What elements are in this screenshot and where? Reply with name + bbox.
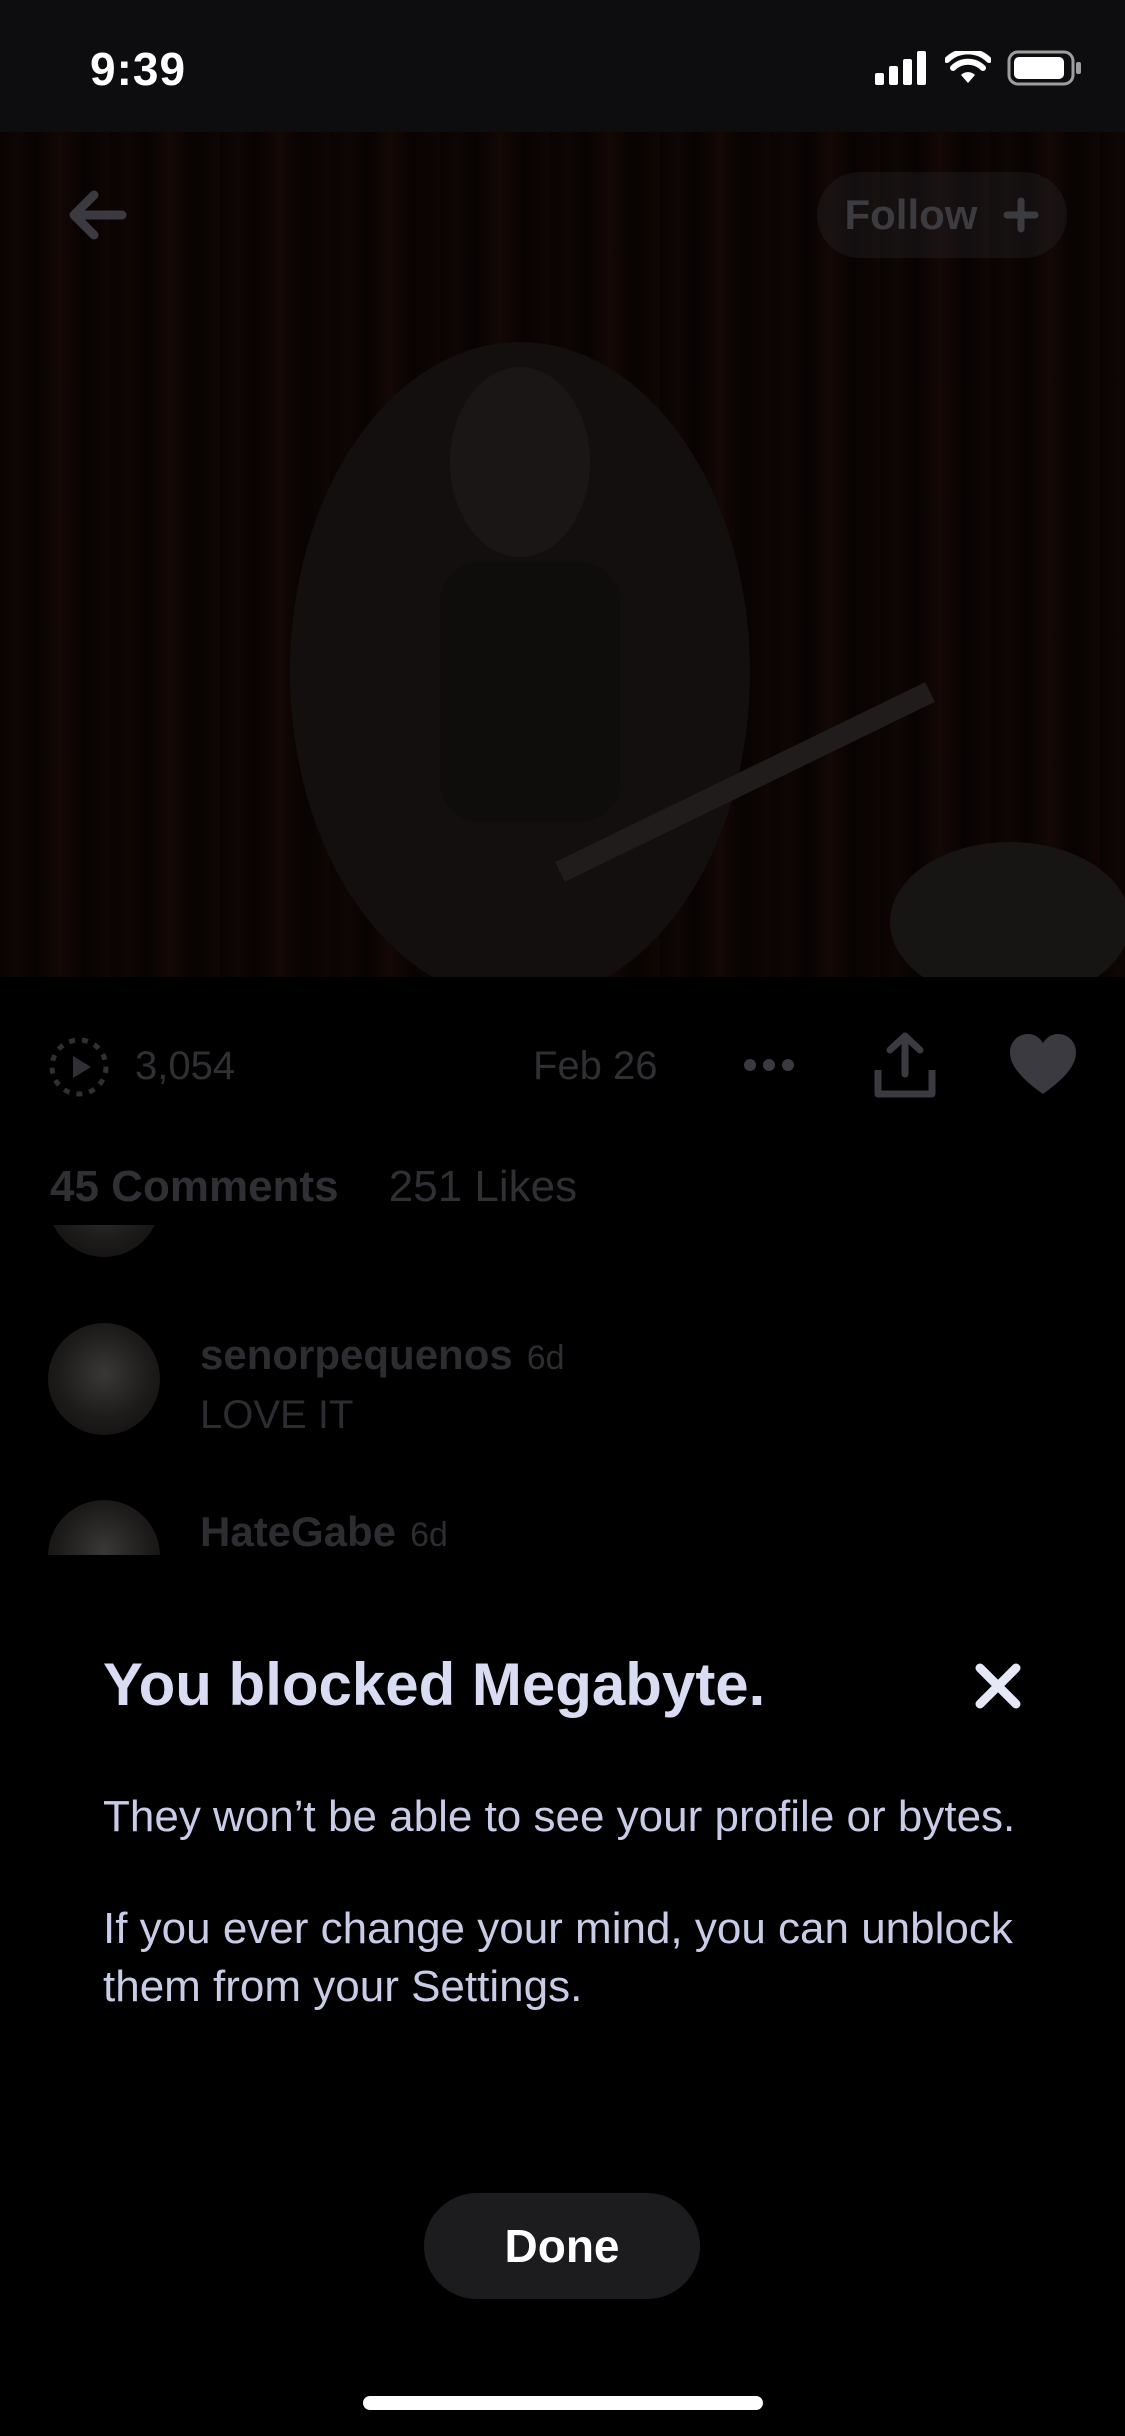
plus-icon <box>1003 197 1039 233</box>
close-icon[interactable] <box>972 1660 1024 1712</box>
follow-label: Follow <box>844 191 978 238</box>
counts-row: 45 Comments 251 Likes <box>50 1162 577 1212</box>
avatar[interactable] <box>48 1500 160 1555</box>
play-circle-icon <box>49 1037 109 1097</box>
share-icon[interactable] <box>872 1030 938 1100</box>
view-count: 3,054 <box>135 1044 236 1088</box>
dialog-body-line-2: If you ever change your mind, you can un… <box>103 1904 1013 2011</box>
dialog-body-line-1: They won’t be able to see your profile o… <box>103 1792 1016 1841</box>
follow-button[interactable]: Follow <box>817 172 1067 258</box>
status-bar: 9:39 <box>0 0 1125 132</box>
video-meta-row: 3,054 Feb 26 <box>0 1030 1125 1100</box>
video-top-controls: Follow <box>0 160 1125 270</box>
avatar <box>48 1225 160 1257</box>
battery-icon <box>1007 50 1081 86</box>
cellular-signal-icon <box>875 51 926 85</box>
wifi-icon <box>945 51 991 83</box>
more-dots-icon[interactable] <box>742 1048 796 1082</box>
done-button[interactable]: Done <box>424 2193 700 2299</box>
heart-icon[interactable] <box>1008 1032 1078 1098</box>
blocked-confirmation-sheet: You blocked Megabyte. They won’t be able… <box>0 1560 1125 2436</box>
comment-username-text: senorpequenos <box>200 1331 513 1378</box>
comments-count-tab[interactable]: 45 Comments <box>50 1162 339 1211</box>
comment-username-text: HateGabe <box>200 1508 397 1555</box>
comment-username[interactable]: HateGabe 6d <box>200 1508 448 1555</box>
comment-username[interactable]: senorpequenos 6d <box>200 1331 565 1379</box>
home-indicator[interactable] <box>363 2396 763 2410</box>
comment-age: 6d <box>410 1516 448 1554</box>
comment-text: LOVE IT <box>200 1393 354 1437</box>
status-time: 9:39 <box>90 43 187 95</box>
comment-age: 6d <box>526 1339 565 1377</box>
avatar[interactable] <box>48 1323 160 1435</box>
post-date: Feb 26 <box>533 1044 658 1088</box>
back-arrow-icon[interactable] <box>62 180 132 250</box>
likes-count-tab[interactable]: 251 Likes <box>389 1162 577 1211</box>
status-icons <box>875 50 1083 86</box>
dialog-title: You blocked Megabyte. <box>103 1651 766 1718</box>
dialog-body: They won’t be able to see your profile o… <box>103 1788 1023 2070</box>
comments-list: senorpequenos 6d LOVE IT HateGabe 6d <box>0 1225 1125 1555</box>
